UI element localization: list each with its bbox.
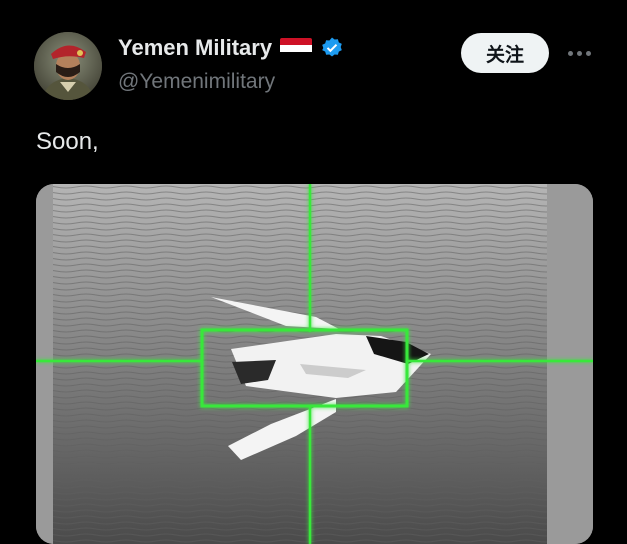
follow-button[interactable]: 关注	[461, 33, 549, 73]
author-handle[interactable]: @Yemenimilitary	[118, 70, 275, 94]
yemen-flag-icon	[280, 37, 313, 59]
tweet-text: Soon,	[36, 128, 99, 155]
tweet-header: Yemen Military @Yemenimilitary 关注	[34, 32, 607, 102]
author-name-row: Yemen Military	[118, 35, 344, 61]
verified-badge-icon	[322, 37, 342, 57]
author-display-name[interactable]: Yemen Military	[118, 35, 272, 61]
author-avatar[interactable]	[34, 32, 102, 100]
thermal-targeting-video	[36, 184, 593, 544]
more-options-icon[interactable]	[564, 38, 594, 68]
tweet-media[interactable]	[36, 184, 593, 544]
